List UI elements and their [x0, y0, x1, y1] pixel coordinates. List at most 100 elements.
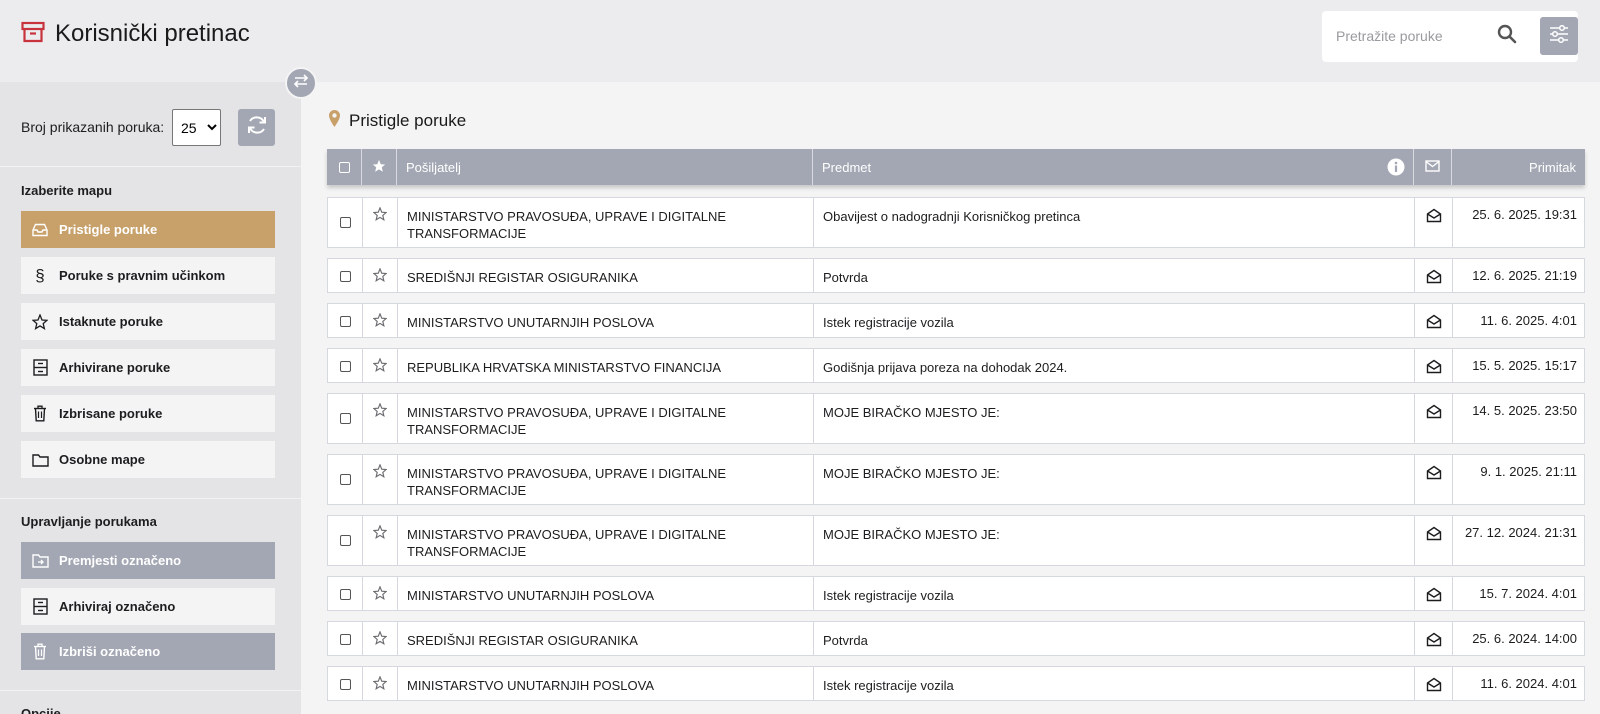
folder-starred[interactable]: Istaknute poruke — [21, 303, 275, 340]
star-icon[interactable] — [372, 630, 388, 655]
row-checkbox[interactable] — [339, 474, 351, 485]
star-icon[interactable] — [372, 357, 388, 382]
message-sender[interactable]: MINISTARSTVO UNUTARNJIH POSLOVA — [398, 667, 814, 700]
select-all-checkbox-cell[interactable] — [327, 149, 362, 185]
message-sender[interactable]: MINISTARSTVO PRAVOSUĐA, UPRAVE I DIGITAL… — [398, 394, 814, 443]
message-subject[interactable]: Potvrda — [814, 259, 1415, 292]
received-column-header[interactable]: Primitak — [1452, 149, 1585, 185]
row-checkbox[interactable] — [339, 634, 351, 645]
folder-inbox[interactable]: Pristigle poruke — [21, 211, 275, 248]
message-row[interactable]: MINISTARSTVO UNUTARNJIH POSLOVA Istek reg… — [327, 666, 1585, 701]
folder-personal[interactable]: Osobne mape — [21, 441, 275, 478]
app-title-text: Korisnički pretinac — [55, 20, 250, 47]
top-bar: Korisnički pretinac — [0, 0, 1600, 82]
message-subject[interactable]: Istek registracije vozila — [814, 667, 1415, 700]
message-sender[interactable]: MINISTARSTVO UNUTARNJIH POSLOVA — [398, 304, 814, 337]
message-sender[interactable]: MINISTARSTVO PRAVOSUĐA, UPRAVE I DIGITAL… — [398, 516, 814, 565]
delete-selected-button[interactable]: Izbriši označeno — [21, 633, 275, 670]
message-subject[interactable]: Obavijest o nadogradnji Korisničkog pret… — [814, 198, 1415, 247]
envelope-open-icon — [1426, 587, 1442, 610]
row-checkbox-cell — [328, 259, 363, 292]
folder-deleted[interactable]: Izbrisane poruke — [21, 395, 275, 432]
star-icon[interactable] — [372, 463, 388, 504]
star-column-header[interactable] — [362, 149, 397, 185]
move-selected-button[interactable]: Premjesti označeno — [21, 542, 275, 579]
envelope-open-icon — [1426, 465, 1442, 504]
row-checkbox[interactable] — [339, 217, 351, 228]
filter-settings-button[interactable] — [1540, 17, 1578, 55]
sender-column-header[interactable]: Pošiljatelj — [397, 149, 813, 185]
message-subject[interactable]: Godišnja prijava poreza na dohodak 2024. — [814, 349, 1415, 382]
message-sender[interactable]: MINISTARSTVO UNUTARNJIH POSLOVA — [398, 577, 814, 610]
star-icon[interactable] — [372, 312, 388, 337]
archive-icon — [31, 598, 49, 616]
row-checkbox-cell — [328, 455, 363, 504]
read-status-column-header[interactable] — [1414, 149, 1452, 185]
trash-icon — [31, 643, 49, 661]
star-icon[interactable] — [372, 524, 388, 565]
star-icon[interactable] — [372, 206, 388, 247]
row-checkbox-cell — [328, 198, 363, 247]
folder-label: Osobne mape — [59, 452, 145, 467]
message-row[interactable]: SREDIŠNJI REGISTAR OSIGURANIKA Potvrda 25.… — [327, 621, 1585, 656]
row-checkbox[interactable] — [339, 679, 351, 690]
sidebar-divider — [0, 166, 301, 167]
message-sender[interactable]: MINISTARSTVO PRAVOSUĐA, UPRAVE I DIGITAL… — [398, 198, 814, 247]
subject-column-header[interactable]: Predmet — [813, 149, 1414, 185]
search-button[interactable] — [1492, 21, 1522, 51]
message-subject[interactable]: Istek registracije vozila — [814, 577, 1415, 610]
message-row[interactable]: MINISTARSTVO PRAVOSUĐA, UPRAVE I DIGITAL… — [327, 197, 1585, 248]
row-checkbox[interactable] — [339, 589, 351, 600]
star-icon[interactable] — [372, 402, 388, 443]
row-star-cell — [363, 667, 398, 700]
message-subject[interactable]: MOJE BIRAČKO MJESTO JE: — [814, 455, 1415, 504]
row-checkbox[interactable] — [339, 316, 351, 327]
message-row[interactable]: MINISTARSTVO PRAVOSUĐA, UPRAVE I DIGITAL… — [327, 515, 1585, 566]
message-date: 14. 5. 2025. 23:50 — [1472, 403, 1577, 418]
message-subject[interactable]: MOJE BIRAČKO MJESTO JE: — [814, 394, 1415, 443]
page-title-text: Pristigle poruke — [349, 111, 467, 130]
row-checkbox-cell — [328, 622, 363, 655]
info-icon[interactable] — [1387, 158, 1405, 179]
row-checkbox[interactable] — [339, 413, 351, 424]
message-subject[interactable]: Potvrda — [814, 622, 1415, 655]
message-date: 25. 6. 2024. 14:00 — [1472, 631, 1577, 646]
display-count-select[interactable]: 25 — [172, 109, 221, 146]
message-row[interactable]: SREDIŠNJI REGISTAR OSIGURANIKA Potvrda 12.… — [327, 258, 1585, 293]
star-icon — [31, 313, 49, 331]
message-subject[interactable]: MOJE BIRAČKO MJESTO JE: — [814, 516, 1415, 565]
search-input[interactable] — [1336, 25, 1486, 47]
envelope-open-icon — [1426, 404, 1442, 443]
refresh-button[interactable] — [238, 109, 275, 146]
message-sender[interactable]: SREDIŠNJI REGISTAR OSIGURANIKA — [398, 259, 814, 292]
row-status-cell — [1415, 667, 1453, 700]
row-star-cell — [363, 516, 398, 565]
options-section-title: Opcije — [21, 706, 61, 714]
archive-selected-button[interactable]: Arhiviraj označeno — [21, 588, 275, 625]
message-row[interactable]: MINISTARSTVO UNUTARNJIH POSLOVA Istek reg… — [327, 303, 1585, 338]
message-row[interactable]: MINISTARSTVO PRAVOSUĐA, UPRAVE I DIGITAL… — [327, 454, 1585, 505]
message-row[interactable]: REPUBLIKA HRVATSKA MINISTARSTVO FINANCIJ… — [327, 348, 1585, 383]
message-date: 25. 6. 2025. 19:31 — [1472, 207, 1577, 222]
row-checkbox[interactable] — [339, 535, 351, 546]
display-count-row: Broj prikazanih poruka: — [21, 108, 164, 146]
star-icon[interactable] — [372, 267, 388, 292]
row-checkbox[interactable] — [339, 271, 351, 282]
select-all-checkbox[interactable] — [338, 161, 350, 173]
row-checkbox[interactable] — [339, 361, 351, 372]
archive-icon — [31, 359, 49, 377]
envelope-open-icon — [1426, 269, 1442, 292]
message-row[interactable]: MINISTARSTVO UNUTARNJIH POSLOVA Istek reg… — [327, 576, 1585, 611]
message-sender[interactable]: SREDIŠNJI REGISTAR OSIGURANIKA — [398, 622, 814, 655]
row-checkbox-cell — [328, 667, 363, 700]
folder-legal-effect[interactable]: § Poruke s pravnim učinkom — [21, 257, 275, 294]
message-row[interactable]: MINISTARSTVO PRAVOSUĐA, UPRAVE I DIGITAL… — [327, 393, 1585, 444]
message-subject[interactable]: Istek registracije vozila — [814, 304, 1415, 337]
star-icon[interactable] — [372, 585, 388, 610]
star-icon[interactable] — [372, 675, 388, 700]
message-sender[interactable]: REPUBLIKA HRVATSKA MINISTARSTVO FINANCIJ… — [398, 349, 814, 382]
envelope-open-icon — [1426, 314, 1442, 337]
message-sender[interactable]: MINISTARSTVO PRAVOSUĐA, UPRAVE I DIGITAL… — [398, 455, 814, 504]
folder-archived[interactable]: Arhivirane poruke — [21, 349, 275, 386]
sidebar-collapse-button[interactable] — [285, 67, 317, 99]
